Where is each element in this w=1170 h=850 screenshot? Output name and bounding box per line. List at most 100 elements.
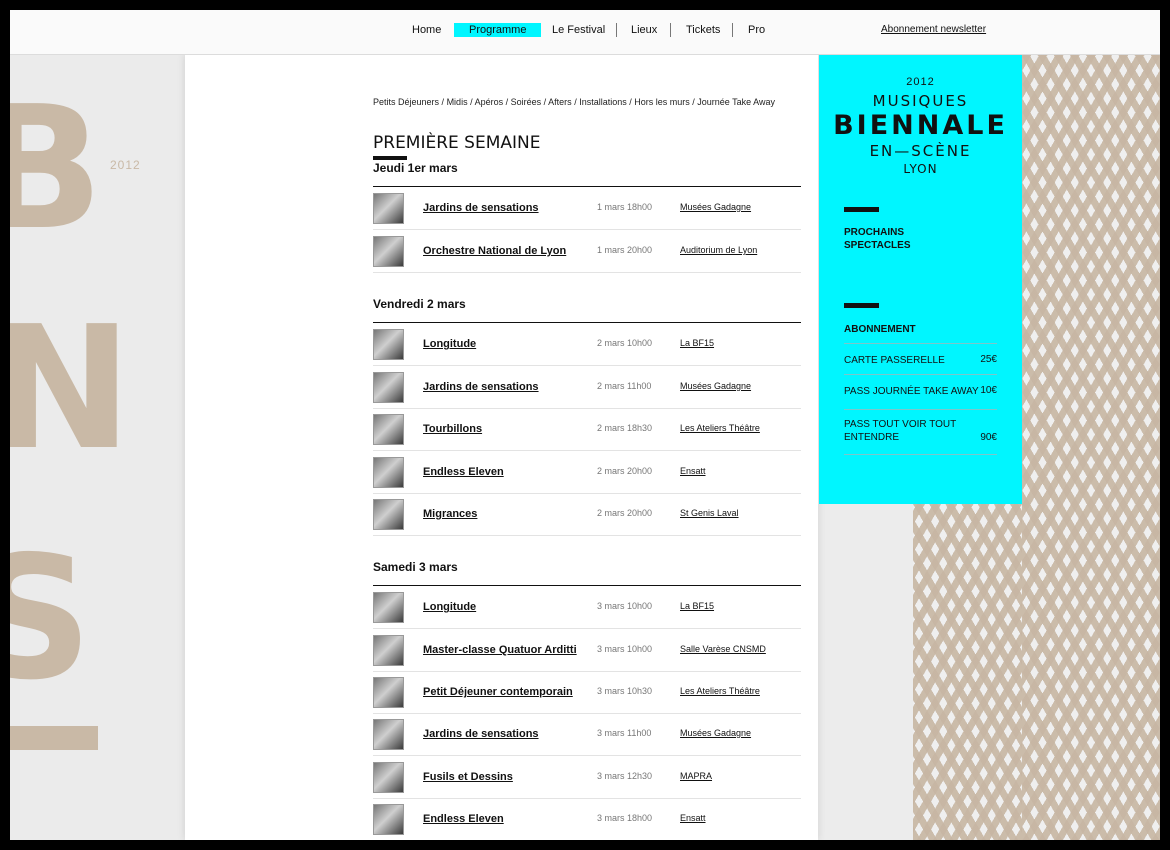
event-title[interactable]: Petit Déjeuner contemporain [423,686,573,698]
event-thumbnail[interactable] [373,762,404,793]
filter-journee-take-away[interactable]: Journée Take Away [697,97,775,107]
event-title[interactable]: Jardins de sensations [423,381,539,393]
event-date: 3 mars 18h00 [597,813,653,823]
event-thumbnail[interactable] [373,329,404,360]
abonnement-price: 10€ [980,385,997,396]
top-navigation: Home Programme Le Festival Lieux Tickets… [10,10,1160,55]
day-heading: Vendredi 2 mars [373,297,466,311]
event-venue[interactable]: La BF15 [680,601,714,611]
event-venue[interactable]: Les Ateliers Théâtre [680,686,760,696]
event-title[interactable]: Jardins de sensations [423,728,539,740]
event-title[interactable]: Fusils et Dessins [423,771,513,783]
nav-le-festival[interactable]: Le Festival [552,23,605,37]
filter-soirees[interactable]: Soirées [511,97,542,107]
section-title-underline [373,156,407,160]
event-title[interactable]: Longitude [423,601,476,613]
event-row[interactable]: Endless Eleven 2 mars 20h00 Ensatt [373,451,801,494]
abonnement-title: ABONNEMENT [844,324,916,335]
nav-lieux[interactable]: Lieux [631,23,657,37]
logo-year: 2012 [906,76,935,88]
abonnement-item[interactable]: CARTE PASSERELLE 25€ [844,344,997,375]
event-row[interactable]: Petit Déjeuner contemporain 3 mars 10h30… [373,671,801,714]
filter-afters[interactable]: Afters [548,97,572,107]
event-row[interactable]: Jardins de sensations 2 mars 11h00 Musée… [373,366,801,409]
event-date: 2 mars 20h00 [597,466,653,476]
event-title[interactable]: Longitude [423,338,476,350]
event-date: 3 mars 10h00 [597,601,653,611]
filter-petits-dejeuners[interactable]: Petits Déjeuners [373,97,439,107]
event-row[interactable]: Orchestre National de Lyon 1 mars 20h00 … [373,230,801,273]
event-row[interactable]: Longitude 2 mars 10h00 La BF15 [373,323,801,366]
event-row[interactable]: Endless Eleven 3 mars 18h00 Ensatt [373,798,801,840]
event-date: 2 mars 18h30 [597,423,653,433]
event-thumbnail[interactable] [373,677,404,708]
logo-en-scene: EN—SCÈNE [869,142,972,160]
event-venue[interactable]: Musées Gadagne [680,728,751,738]
event-date: 2 mars 20h00 [597,508,653,518]
event-venue[interactable]: Auditorium de Lyon [680,245,757,255]
event-date: 3 mars 12h30 [597,771,653,781]
event-row[interactable]: Longitude 3 mars 10h00 La BF15 [373,586,801,629]
logo-lyon: LYON [903,162,938,176]
event-thumbnail[interactable] [373,414,404,445]
event-venue[interactable]: St Genis Laval [680,508,739,518]
left-decoration: B 2012 N S [10,54,185,840]
event-venue[interactable]: Ensatt [680,813,706,823]
event-title[interactable]: Endless Eleven [423,813,504,825]
event-thumbnail[interactable] [373,635,404,666]
decorative-pattern [913,504,1022,840]
abonnement-item[interactable]: PASS TOUT VOIR TOUT ENTENDRE 90€ [844,410,997,455]
event-row[interactable]: Jardins de sensations 3 mars 11h00 Musée… [373,713,801,756]
prochains-spectacles-link[interactable]: PROCHAINS SPECTACLES [844,226,934,252]
event-venue[interactable]: Ensatt [680,466,706,476]
event-title[interactable]: Endless Eleven [423,466,504,478]
event-thumbnail[interactable] [373,372,404,403]
event-date: 1 mars 18h00 [597,202,653,212]
event-date: 3 mars 10h00 [597,644,653,654]
event-thumbnail[interactable] [373,499,404,530]
event-thumbnail[interactable] [373,236,404,267]
abonnement-price: 25€ [980,354,997,365]
event-date: 1 mars 20h00 [597,245,653,255]
filter-midis[interactable]: Midis [447,97,468,107]
event-row[interactable]: Jardins de sensations 1 mars 18h00 Musée… [373,187,801,230]
event-title[interactable]: Tourbillons [423,423,482,435]
event-thumbnail[interactable] [373,592,404,623]
abonnement-item[interactable]: PASS JOURNÉE TAKE AWAY 10€ [844,375,997,410]
event-venue[interactable]: MAPRA [680,771,712,781]
filter-installations[interactable]: Installations [579,97,627,107]
event-venue[interactable]: Musées Gadagne [680,202,751,212]
abonnement-price: 90€ [980,432,997,443]
filter-hors-les-murs[interactable]: Hors les murs [634,97,690,107]
event-row[interactable]: Fusils et Dessins 3 mars 12h30 MAPRA [373,756,801,799]
filter-aperos[interactable]: Apéros [475,97,504,107]
event-thumbnail[interactable] [373,804,404,835]
event-venue[interactable]: Musées Gadagne [680,381,751,391]
event-row[interactable]: Master-classe Quatuor Arditti 3 mars 10h… [373,629,801,672]
logo-musiques: MUSIQUES [872,92,969,110]
nav-pro[interactable]: Pro [748,23,765,37]
event-date: 2 mars 10h00 [597,338,653,348]
event-thumbnail[interactable] [373,719,404,750]
day-heading: Samedi 3 mars [373,560,458,574]
newsletter-link[interactable]: Abonnement newsletter [881,24,986,35]
sidebar-bar [844,207,879,212]
festival-sidebar: 2012 MUSIQUES BIENNALE EN—SCÈNE LYON PRO… [819,54,1022,504]
event-venue[interactable]: La BF15 [680,338,714,348]
event-venue[interactable]: Les Ateliers Théâtre [680,423,760,433]
nav-programme[interactable]: Programme [454,23,542,37]
event-title[interactable]: Master-classe Quatuor Arditti [423,644,577,656]
event-venue[interactable]: Salle Varèse CNSMD [680,644,766,654]
event-thumbnail[interactable] [373,193,404,224]
event-thumbnail[interactable] [373,457,404,488]
event-title[interactable]: Orchestre National de Lyon [423,245,566,257]
event-title[interactable]: Jardins de sensations [423,202,539,214]
event-row[interactable]: Migrances 2 mars 20h00 St Genis Laval [373,493,801,536]
decorative-pattern [1022,54,1160,840]
nav-home[interactable]: Home [412,23,441,37]
event-title[interactable]: Migrances [423,508,477,520]
event-row[interactable]: Tourbillons 2 mars 18h30 Les Ateliers Th… [373,408,801,451]
abonnement-label: PASS JOURNÉE TAKE AWAY [844,386,979,397]
nav-tickets[interactable]: Tickets [686,23,720,37]
decor-bar [10,726,98,750]
